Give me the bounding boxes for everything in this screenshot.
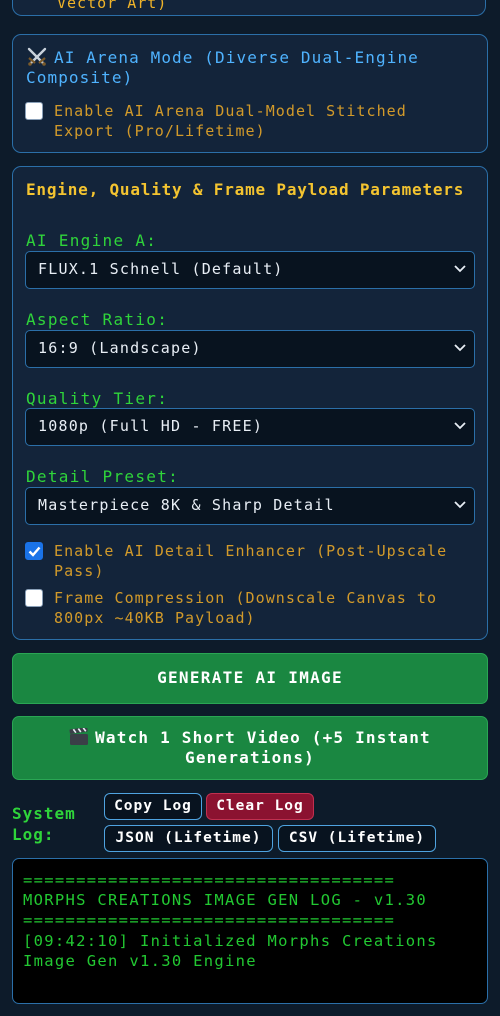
chevron-down-icon [454, 501, 466, 509]
generate-image-button[interactable]: GENERATE AI IMAGE [12, 653, 488, 704]
clapperboard-icon [69, 728, 89, 745]
params-section-title: Engine, Quality & Frame Payload Paramete… [26, 180, 465, 199]
export-json-button[interactable]: JSON (Lifetime) [104, 825, 273, 852]
enhancer-checkbox[interactable] [25, 542, 43, 560]
compression-checkbox-row[interactable]: Frame Compression (Downscale Canvas to 8… [25, 588, 464, 628]
previous-section-card: Vector Art) [12, 0, 486, 16]
watch-video-button[interactable]: Watch 1 Short Video (+5 Instant Generati… [12, 716, 488, 780]
app-page: Vector Art) AI Arena Mode (Diverse Dual-… [0, 0, 500, 1016]
arena-export-checkbox[interactable] [25, 102, 43, 120]
chevron-down-icon [454, 422, 466, 430]
clear-log-button[interactable]: Clear Log [206, 793, 314, 820]
aspect-label: Aspect Ratio: [26, 310, 169, 329]
ai-arena-card: AI Arena Mode (Diverse Dual-Engine Compo… [12, 34, 488, 153]
detail-select[interactable]: Masterpiece 8K & Sharp Detail [25, 487, 475, 525]
detail-select-value: Masterpiece 8K & Sharp Detail [38, 496, 335, 514]
arena-export-label[interactable]: Enable AI Arena Dual-Model Stitched Expo… [54, 101, 464, 141]
engine-params-card: Engine, Quality & Frame Payload Paramete… [12, 166, 488, 640]
checkmark-icon [28, 546, 40, 557]
detail-label: Detail Preset: [26, 467, 180, 486]
log-line: MORPHS CREATIONS IMAGE GEN LOG - v1.30 [23, 891, 428, 909]
log-line: =================================== [23, 871, 396, 889]
chevron-down-icon [454, 344, 466, 352]
arena-checkbox-row[interactable]: Enable AI Arena Dual-Model Stitched Expo… [25, 101, 464, 141]
engine-select[interactable]: FLUX.1 Schnell (Default) [25, 251, 475, 289]
log-line: Image Gen v1.30 Engine [23, 952, 257, 970]
crossed-swords-icon [27, 47, 47, 66]
quality-select[interactable]: 1080p (Full HD - FREE) [25, 408, 475, 446]
aspect-select[interactable]: 16:9 (Landscape) [25, 330, 475, 368]
watch-video-label: Watch 1 Short Video (+5 Instant Generati… [95, 728, 431, 767]
aspect-select-value: 16:9 (Landscape) [38, 339, 202, 357]
ai-arena-title-text: AI Arena Mode (Diverse Dual-Engine Compo… [26, 48, 419, 87]
previous-section-text: Vector Art) [57, 0, 168, 12]
engine-label: AI Engine A: [26, 231, 158, 250]
chevron-down-icon [454, 265, 466, 273]
engine-select-value: FLUX.1 Schnell (Default) [38, 260, 284, 278]
system-log-output[interactable]: =================================== MORP… [12, 858, 488, 1004]
log-line: =================================== [23, 911, 396, 929]
compression-checkbox[interactable] [25, 589, 43, 607]
compression-label[interactable]: Frame Compression (Downscale Canvas to 8… [54, 588, 464, 628]
system-log-label: System Log: [12, 804, 76, 844]
export-csv-button[interactable]: CSV (Lifetime) [278, 825, 436, 852]
copy-log-button[interactable]: Copy Log [104, 793, 202, 820]
quality-select-value: 1080p (Full HD - FREE) [38, 417, 264, 435]
log-line: [09:42:10] Initialized Morphs Creations [23, 932, 438, 950]
enhancer-label[interactable]: Enable AI Detail Enhancer (Post-Upscale … [54, 541, 464, 581]
quality-label: Quality Tier: [26, 389, 169, 408]
ai-arena-title: AI Arena Mode (Diverse Dual-Engine Compo… [26, 47, 476, 88]
enhancer-checkbox-row[interactable]: Enable AI Detail Enhancer (Post-Upscale … [25, 541, 464, 581]
